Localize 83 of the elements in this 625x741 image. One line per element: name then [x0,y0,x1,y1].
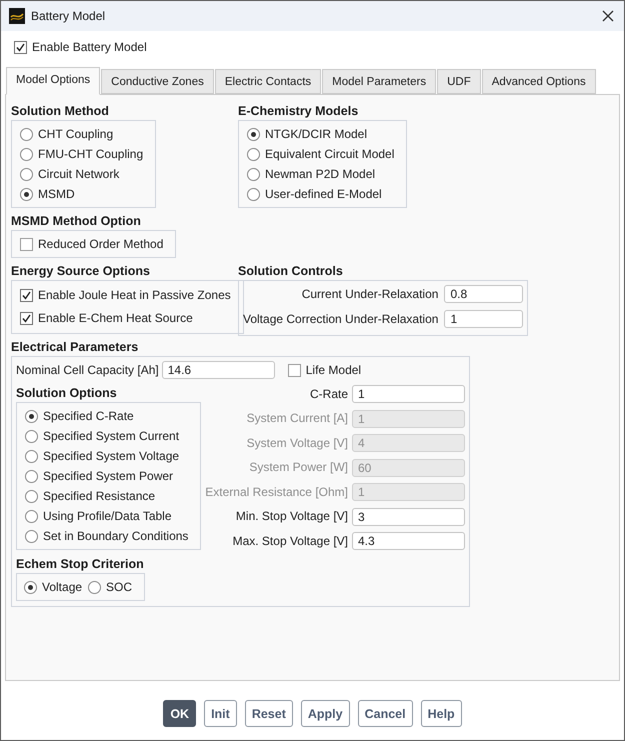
dialog-button[interactable]: Cancel [358,700,413,727]
field-label: Voltage Correction Under-Relaxation [243,312,438,326]
input-field[interactable]: 4.3 [352,532,465,550]
tab[interactable]: Conductive Zones [101,69,214,94]
app-icon [9,8,25,24]
radio-label[interactable]: Voltage [42,580,82,594]
input-field[interactable]: 0.8 [444,285,524,303]
input-field[interactable]: 1 [352,385,465,403]
input-field[interactable]: 1 [444,310,524,328]
window-title: Battery Model [31,9,106,23]
dialog-button[interactable]: Reset [244,700,293,727]
checkbox-label[interactable]: Life Model [306,362,362,378]
radio-button[interactable] [25,410,38,422]
dialog-button[interactable]: OK [163,700,196,727]
radio-label[interactable]: Specified Resistance [43,488,156,504]
radio-label[interactable]: Specified System Current [43,428,180,444]
radio-button[interactable] [24,580,37,594]
checkbox[interactable] [20,289,33,302]
input-field[interactable]: 14.6 [162,361,275,379]
radio-button[interactable] [25,470,38,482]
radio-label[interactable]: Specified C-Rate [43,408,134,424]
input-field[interactable]: 3 [352,508,465,526]
field-label: System Current [A] [246,411,348,426]
field-label: Min. Stop Voltage [V] [236,509,348,524]
radio-button[interactable] [25,430,38,442]
radio-label[interactable]: Specified System Power [43,468,174,484]
radio-label[interactable]: MSMD [38,186,75,202]
field-label: Nominal Cell Capacity [Ah] [16,362,159,378]
radio-label[interactable]: Specified System Voltage [43,448,180,464]
tab[interactable]: Electric Contacts [214,69,322,94]
radio-button[interactable] [20,188,33,200]
radio-label[interactable]: Circuit Network [38,166,120,182]
tab[interactable]: UDF [437,69,481,94]
dialog-button[interactable]: Help [420,700,462,727]
section-heading: Solution Options [16,386,117,401]
radio-button[interactable] [20,128,33,140]
radio-label[interactable]: FMU-CHT Coupling [38,146,144,162]
radio-label[interactable]: SOC [106,580,132,594]
close-icon[interactable] [602,10,614,22]
field-label: System Voltage [V] [246,436,348,450]
radio-button[interactable] [25,490,38,502]
field-label: External Resistance [Ohm] [205,484,348,500]
field-label: Max. Stop Voltage [V] [232,534,348,548]
radio-button[interactable] [247,188,260,200]
tab[interactable]: Model Options [6,67,100,95]
checkbox[interactable] [288,364,301,376]
radio-button[interactable] [247,128,260,140]
radio-label[interactable]: CHT Coupling [38,126,114,142]
dialog-button[interactable]: Apply [300,700,350,727]
radio-button[interactable] [247,168,260,180]
radio-button[interactable] [25,530,38,542]
field-label: System Power [W] [249,460,348,475]
radio-label[interactable]: Set in Boundary Conditions [43,528,188,544]
checkbox-label[interactable]: Enable Battery Model [32,40,147,55]
radio-label[interactable]: Newman P2D Model [265,166,376,182]
field-label: C-Rate [310,386,348,402]
radio-label[interactable]: Using Profile/Data Table [43,508,172,524]
checkbox-label[interactable]: Reduced Order Method [38,236,164,252]
checkbox-label[interactable]: Enable E-Chem Heat Source [38,311,193,326]
tab[interactable]: Model Parameters [322,69,436,94]
radio-button[interactable] [88,580,102,594]
section-heading: Echem Stop Criterion [16,557,144,572]
field-label: Current Under-Relaxation [302,286,438,302]
radio-button[interactable] [247,148,260,160]
checkbox[interactable] [14,41,27,54]
tab[interactable]: Advanced Options [482,69,596,94]
checkbox[interactable] [20,312,33,325]
section-heading: E-Chemistry Models [238,104,358,119]
section-heading: MSMD Method Option [11,214,141,229]
radio-label[interactable]: User-defined E-Model [265,186,382,202]
radio-button[interactable] [25,510,38,522]
radio-label[interactable]: Equivalent Circuit Model [265,146,394,162]
checkbox[interactable] [20,238,33,250]
section-heading: Electrical Parameters [11,340,138,355]
radio-button[interactable] [20,148,33,160]
radio-button[interactable] [20,168,33,180]
checkbox-label[interactable]: Enable Joule Heat in Passive Zones [38,288,231,303]
dialog-button[interactable]: Init [204,700,237,727]
section-heading: Solution Method [11,104,109,119]
radio-label[interactable]: NTGK/DCIR Model [265,126,368,142]
section-heading: Solution Controls [238,264,343,279]
radio-button[interactable] [25,450,38,462]
section-heading: Energy Source Options [11,264,150,279]
